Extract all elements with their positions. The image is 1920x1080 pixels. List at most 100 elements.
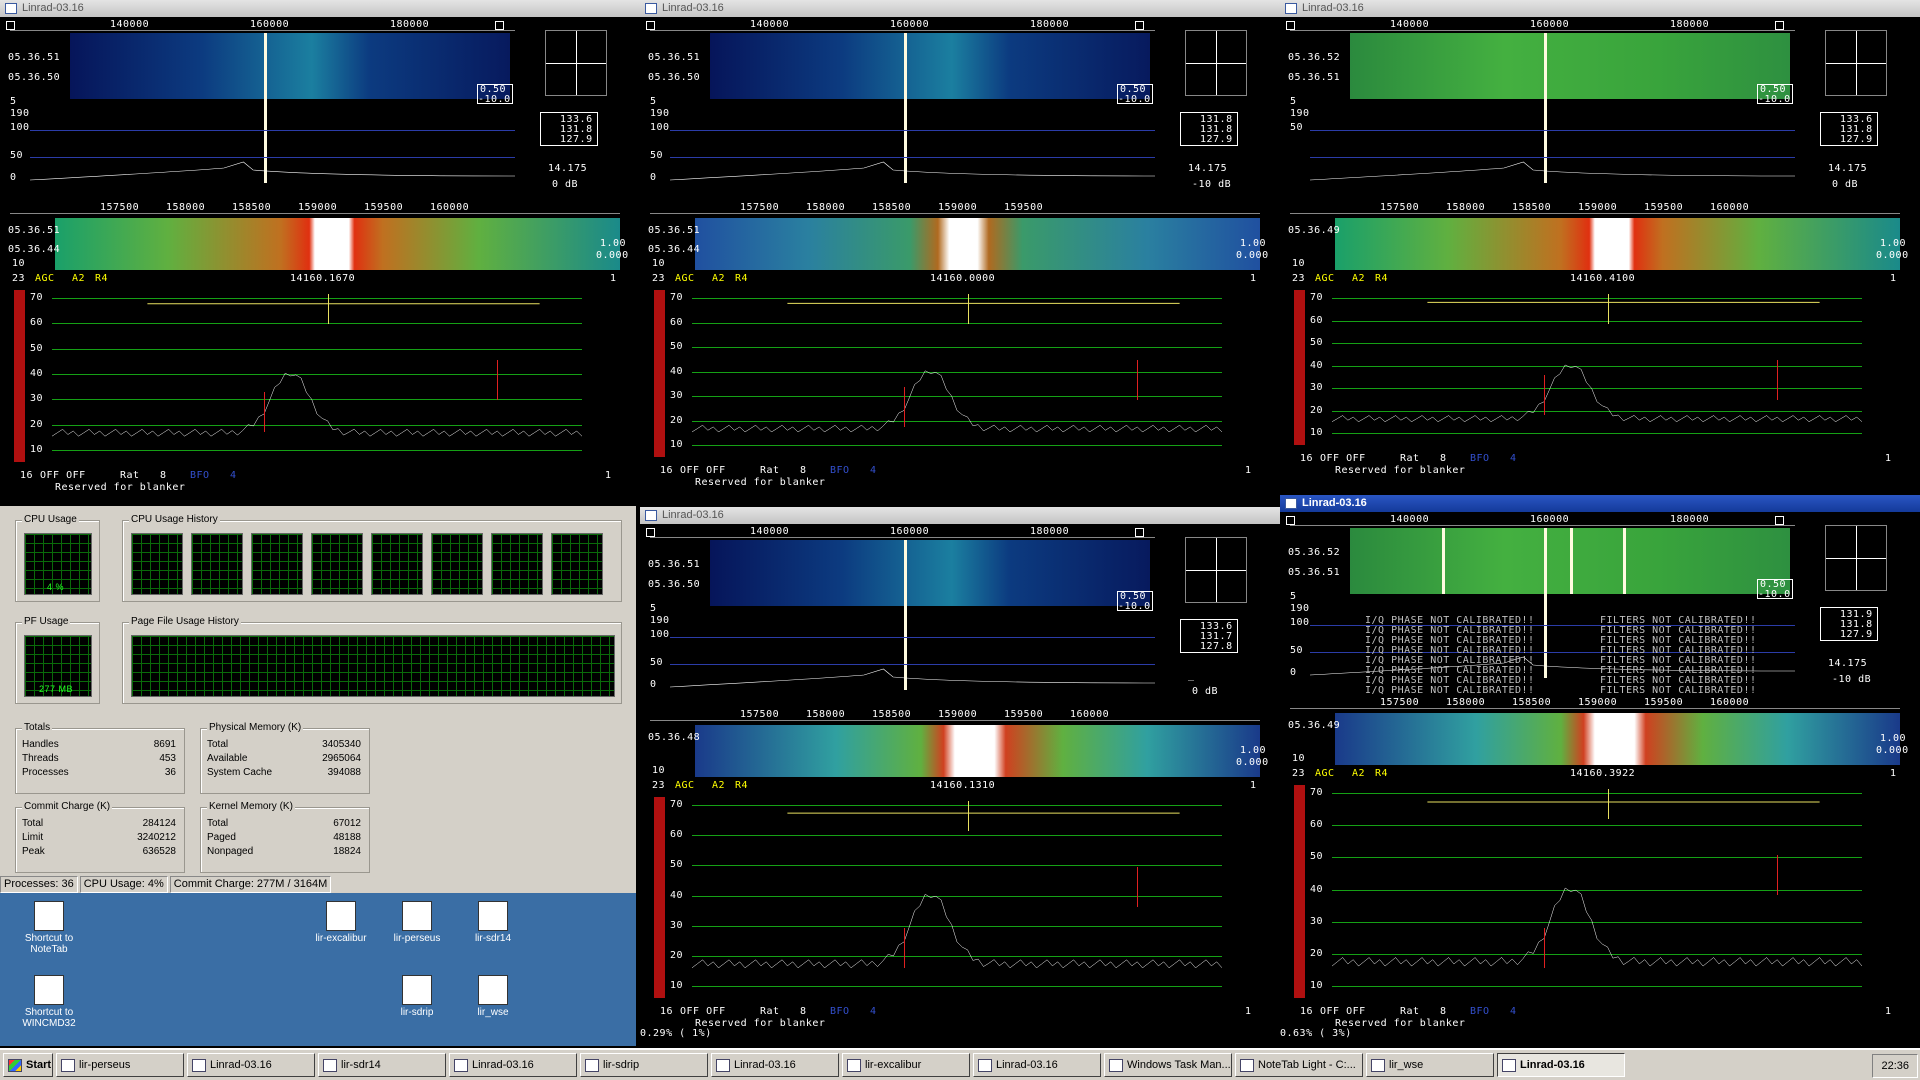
r4-button[interactable]: R4 bbox=[735, 780, 748, 791]
agc-button[interactable]: AGC bbox=[35, 273, 55, 284]
shortcut-label: lir_wse bbox=[477, 1007, 509, 1018]
scale-tick-label: 160000 bbox=[1710, 202, 1750, 213]
window-title-bar[interactable]: Linrad-03.16 bbox=[640, 507, 1280, 524]
cpu-core-history bbox=[551, 533, 603, 595]
waterfall-timestamp: 05.36.49 bbox=[1288, 720, 1341, 731]
scale-tick-label: 158500 bbox=[232, 202, 272, 213]
stat-value: 8691 bbox=[153, 739, 176, 750]
baseband-y-label: 70 bbox=[670, 292, 684, 303]
taskbar: Start lir-perseus Linrad-03.16 lir-sdr14 Lin… bbox=[0, 1048, 1920, 1080]
agc-control: 23 bbox=[12, 273, 26, 284]
desktop-shortcut[interactable]: lir-sdr14 bbox=[454, 901, 532, 944]
stat-value: 3405340 bbox=[322, 739, 361, 750]
scroll-right-arrow[interactable] bbox=[1775, 516, 1784, 525]
taskbar-button[interactable]: lir-sdrip bbox=[580, 1053, 708, 1077]
label: 4 bbox=[230, 470, 237, 481]
label: 16 bbox=[660, 1006, 674, 1017]
narrow-frequency-scale: 157500 158000 158500 159000 159500 160000 bbox=[10, 202, 620, 214]
window-title: Linrad-03.16 bbox=[662, 2, 724, 14]
red-marker bbox=[497, 360, 499, 400]
linrad-window[interactable]: Linrad-03.16 140000 160000 180000 05.36.52 05… bbox=[1280, 0, 1920, 495]
spectrum-y-label: 100 bbox=[10, 122, 30, 133]
a2-button[interactable]: A2 bbox=[712, 780, 725, 791]
blanker-label: Reserved for blanker bbox=[1335, 465, 1466, 476]
taskbar-button[interactable]: lir-sdr14 bbox=[318, 1053, 446, 1077]
desktop-shortcut[interactable]: Shortcut to NoteTab bbox=[10, 901, 88, 955]
linrad-window[interactable]: Linrad-03.16 140000 160000 180000 05.36.51 05… bbox=[640, 507, 1280, 1048]
a2-button[interactable]: A2 bbox=[712, 273, 725, 284]
off-off-toggle: OFF OFF bbox=[40, 470, 86, 481]
scale-tick-label: 157500 bbox=[740, 202, 780, 213]
commit-charge-group: Commit Charge (K) Total 284124 Limit 3240212… bbox=[15, 801, 185, 873]
taskbar-button[interactable]: Windows Task Man... bbox=[1104, 1053, 1232, 1077]
window-title: Linrad-03.16 bbox=[22, 2, 84, 14]
r4-button[interactable]: R4 bbox=[735, 273, 748, 284]
a2-button[interactable]: A2 bbox=[1352, 768, 1365, 779]
cpu-history-group: CPU Usage History bbox=[122, 514, 622, 602]
scale-tick-label: 160000 bbox=[890, 19, 930, 30]
status-field: CPU Usage: 4% bbox=[79, 876, 168, 893]
taskbar-button[interactable]: lir-excalibur bbox=[842, 1053, 970, 1077]
scroll-right-arrow[interactable] bbox=[495, 21, 504, 30]
desktop-shortcut[interactable]: lir_wse bbox=[454, 975, 532, 1018]
scroll-left-arrow[interactable] bbox=[646, 21, 655, 30]
linrad-window[interactable]: Linrad-03.16 140000 160000 180000 05.36.51 05… bbox=[640, 0, 1280, 507]
scroll-left-arrow[interactable] bbox=[1286, 516, 1295, 525]
kernel-memory-group: Kernel Memory (K) Total 67012 Paged 48188 Non… bbox=[200, 801, 370, 873]
scroll-right-arrow[interactable] bbox=[1135, 528, 1144, 537]
agc-button[interactable]: AGC bbox=[675, 273, 695, 284]
desktop-shortcut[interactable]: lir-excalibur bbox=[302, 901, 380, 944]
scale-tick-label: 159000 bbox=[1578, 697, 1618, 708]
linrad-window[interactable]: Linrad-03.16 140000 160000 180000 05.36.52 05… bbox=[1280, 495, 1920, 1048]
spectrum-y-label: 50 bbox=[10, 150, 24, 161]
label: 1 bbox=[1250, 780, 1257, 791]
window-title-bar[interactable]: Linrad-03.16 bbox=[1280, 0, 1920, 17]
a2-button[interactable]: A2 bbox=[1352, 273, 1365, 284]
waterfall-timestamp: 05.36.44 bbox=[648, 244, 701, 255]
cpu-core-history bbox=[131, 533, 183, 595]
scroll-left-arrow[interactable] bbox=[1286, 21, 1295, 30]
linrad-window[interactable]: Linrad-03.16 140000 160000 180000 05.36.51 05… bbox=[0, 0, 640, 512]
taskbar-button[interactable]: Linrad-03.16 bbox=[1497, 1053, 1625, 1077]
agc-button[interactable]: AGC bbox=[1315, 273, 1335, 284]
stat-row: Handles 8691 bbox=[22, 739, 176, 753]
scroll-left-arrow[interactable] bbox=[646, 528, 655, 537]
taskbar-button[interactable]: Linrad-03.16 bbox=[187, 1053, 315, 1077]
a2-button[interactable]: A2 bbox=[72, 273, 85, 284]
r4-button[interactable]: R4 bbox=[1375, 273, 1388, 284]
window-title-bar[interactable]: Linrad-03.16 bbox=[0, 0, 640, 17]
s-meter-bar bbox=[1294, 785, 1305, 998]
desktop-shortcut[interactable]: lir-sdrip bbox=[378, 975, 456, 1018]
scale-tick-label: 158500 bbox=[1512, 202, 1552, 213]
stat-row: Nonpaged 18824 bbox=[207, 846, 361, 860]
taskbar-button[interactable]: NoteTab Light - C:... bbox=[1235, 1053, 1363, 1077]
taskbar-button[interactable]: lir-perseus bbox=[56, 1053, 184, 1077]
window-title-bar[interactable]: Linrad-03.16 bbox=[640, 0, 1280, 17]
scroll-right-arrow[interactable] bbox=[1775, 21, 1784, 30]
desktop-shortcut[interactable]: Shortcut to WINCMD32 bbox=[10, 975, 88, 1029]
desktop-shortcut[interactable]: lir-perseus bbox=[378, 901, 456, 944]
level-value: 1.00 bbox=[1240, 238, 1267, 249]
start-button[interactable]: Start bbox=[3, 1053, 53, 1077]
taskbar-button[interactable]: Linrad-03.16 bbox=[973, 1053, 1101, 1077]
taskbar-button[interactable]: Linrad-03.16 bbox=[449, 1053, 577, 1077]
agc-button[interactable]: AGC bbox=[1315, 768, 1335, 779]
filter-warning: FILTERS NOT CALIBRATED!! bbox=[1600, 685, 1757, 696]
scroll-right-arrow[interactable] bbox=[1135, 21, 1144, 30]
r4-button[interactable]: R4 bbox=[1375, 768, 1388, 779]
cpu-history-group-caption: CPU Usage History bbox=[129, 514, 220, 525]
window-title-bar[interactable]: Linrad-03.16 bbox=[1280, 495, 1920, 512]
baseband-y-label: 10 bbox=[1310, 427, 1324, 438]
off-off-toggle: OFF OFF bbox=[1320, 1006, 1366, 1017]
label: 10 bbox=[652, 258, 666, 269]
r4-button[interactable]: R4 bbox=[95, 273, 108, 284]
taskbar-button[interactable]: Linrad-03.16 bbox=[711, 1053, 839, 1077]
waterfall-timestamp: 05.36.51 bbox=[648, 52, 701, 63]
bfo-label: BFO bbox=[1470, 453, 1490, 464]
spectrum-y-label: 100 bbox=[1290, 617, 1310, 628]
taskbar-button[interactable]: lir_wse bbox=[1366, 1053, 1494, 1077]
carrier-line bbox=[1570, 528, 1573, 594]
scroll-left-arrow[interactable] bbox=[6, 21, 15, 30]
agc-button[interactable]: AGC bbox=[675, 780, 695, 791]
shortcut-label: lir-sdr14 bbox=[474, 933, 512, 944]
